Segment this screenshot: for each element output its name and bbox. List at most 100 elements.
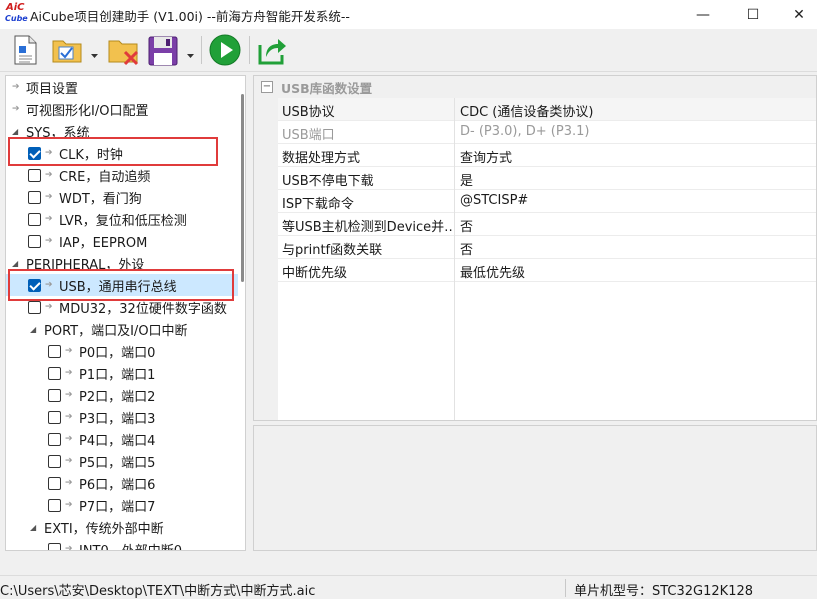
tree-item[interactable]: ➔ P5口，端口5 — [6, 450, 238, 472]
close-button[interactable]: ✕ — [776, 0, 817, 29]
tree-item[interactable]: ➔ 可视图形化I/O口配置 — [6, 98, 238, 120]
expanded-arrow-icon[interactable]: ◢ — [12, 127, 24, 136]
tree-item[interactable]: ➔ P4口，端口4 — [6, 428, 238, 450]
tree-item-checkbox[interactable] — [48, 498, 61, 512]
property-value[interactable]: 否 — [460, 216, 473, 235]
tree-item[interactable]: ➔ P0口，端口0 — [6, 340, 238, 362]
tree-item-checkbox[interactable] — [48, 542, 61, 550]
project-path: C:\Users\芯安\Desktop\TEXT\中断方式\中断方式.aic — [0, 584, 316, 599]
tree-item-label: P7口，端口7 — [79, 499, 156, 515]
expanded-arrow-icon[interactable]: ◢ — [12, 259, 24, 268]
property-row[interactable]: 中断优先级 最低优先级 — [278, 259, 816, 282]
property-gutter — [254, 98, 278, 420]
property-value[interactable]: 查询方式 — [460, 147, 512, 166]
tree-item-label: 可视图形化I/O口配置 — [26, 103, 149, 119]
arrow-right-icon: ➔ — [45, 170, 53, 180]
property-value[interactable]: CDC (通信设备类协议) — [460, 101, 593, 120]
tree-item-checkbox[interactable] — [48, 410, 61, 424]
tree-item[interactable]: ➔ CRE，自动追频 — [6, 164, 238, 186]
floppy-disk-icon — [148, 36, 178, 66]
tree-item-label: P0口，端口0 — [79, 345, 156, 361]
minimize-button[interactable]: — — [680, 0, 726, 29]
column-divider[interactable] — [454, 98, 455, 420]
property-name: USB端口 — [282, 128, 335, 143]
tree-item[interactable]: ➔ P2口，端口2 — [6, 384, 238, 406]
scrollbar-thumb[interactable] — [241, 94, 244, 282]
tree-item-label: P4口，端口4 — [79, 433, 156, 449]
tree-scrollbar[interactable] — [239, 76, 245, 550]
maximize-button[interactable]: ☐ — [730, 0, 776, 29]
delete-button[interactable] — [107, 33, 141, 67]
property-value[interactable]: D- (P3.0), D+ (P3.1) — [460, 124, 589, 139]
save-dropdown-arrow[interactable] — [186, 49, 195, 58]
open-dropdown-arrow[interactable] — [90, 49, 99, 58]
window-title: AiCube项目创建助手 (V1.00i) --前海方舟智能开发系统-- — [30, 9, 350, 24]
tree-item[interactable]: ➔ IAP，EEPROM — [6, 230, 238, 252]
tree-item-checkbox[interactable] — [28, 168, 41, 182]
arrow-right-icon: ➔ — [45, 302, 53, 312]
tree-item-checkbox[interactable] — [28, 190, 41, 204]
property-category[interactable]: − USB库函数设置 — [254, 76, 816, 98]
tree-item[interactable]: ➔ LVR，复位和低压检测 — [6, 208, 238, 230]
tree-item-checkbox[interactable] — [48, 476, 61, 490]
title-bar: AiC Cube AiCube项目创建助手 (V1.00i) --前海方舟智能开… — [0, 0, 817, 29]
property-name: USB不停电下载 — [282, 174, 374, 189]
maximize-icon: ☐ — [746, 6, 760, 23]
new-document-icon — [14, 35, 37, 65]
property-row[interactable]: USB不停电下载 是 — [278, 167, 816, 190]
property-row[interactable]: 数据处理方式 查询方式 — [278, 144, 816, 167]
arrow-right-icon: ➔ — [45, 192, 53, 202]
run-button[interactable] — [208, 33, 242, 67]
tree-item[interactable]: ➔ P3口，端口3 — [6, 406, 238, 428]
expanded-arrow-icon[interactable]: ◢ — [30, 325, 42, 334]
toolbar — [0, 29, 817, 72]
component-tree[interactable]: ➔ 项目设置 ➔ 可视图形化I/O口配置 ◢ SYS，系统 ➔ CLK，时钟 ➔ CRE，自动追频… — [5, 75, 246, 551]
tree-item[interactable]: ➔ P7口，端口7 — [6, 494, 238, 516]
property-value[interactable]: @STCISP# — [460, 193, 528, 208]
save-button[interactable] — [147, 33, 179, 67]
arrow-right-icon: ➔ — [65, 544, 73, 551]
tree-item[interactable]: ◢ PORT，端口及I/O口中断 — [6, 318, 238, 340]
arrow-right-icon: ➔ — [12, 82, 20, 92]
app-logo: AiC Cube — [5, 2, 28, 23]
tree-item-checkbox[interactable] — [28, 212, 41, 226]
app-window: AiC Cube AiCube项目创建助手 (V1.00i) --前海方舟智能开… — [0, 0, 817, 599]
export-button[interactable] — [256, 33, 288, 67]
collapse-icon[interactable]: − — [261, 81, 273, 93]
tree-item-checkbox[interactable] — [48, 366, 61, 380]
tree-item-checkbox[interactable] — [48, 344, 61, 358]
property-row[interactable]: 与printf函数关联 否 — [278, 236, 816, 259]
property-row[interactable]: 等USB主机检测到Device并… 否 — [278, 213, 816, 236]
property-value[interactable]: 最低优先级 — [460, 262, 525, 281]
arrow-right-icon: ➔ — [65, 478, 73, 488]
tree-item-checkbox[interactable] — [28, 234, 41, 248]
tree-item-label: P3口，端口3 — [79, 411, 156, 427]
tree-item-checkbox[interactable] — [48, 388, 61, 402]
tree-item[interactable]: ➔ INT0，外部中断0 — [6, 538, 238, 551]
tree-item-checkbox[interactable] — [48, 454, 61, 468]
new-project-button[interactable] — [10, 33, 40, 67]
arrow-right-icon: ➔ — [12, 104, 20, 114]
arrow-right-icon: ➔ — [45, 214, 53, 224]
tree-item-label: LVR，复位和低压检测 — [59, 213, 187, 229]
tree-item[interactable]: ◢ EXTI，传统外部中断 — [6, 516, 238, 538]
tree-item[interactable]: ➔ P6口，端口6 — [6, 472, 238, 494]
tree-item[interactable]: ➔ 项目设置 — [6, 76, 238, 98]
expanded-arrow-icon[interactable]: ◢ — [30, 523, 42, 532]
property-name: ISP下载命令 — [282, 197, 354, 212]
property-value[interactable]: 否 — [460, 239, 473, 258]
chevron-down-icon — [187, 54, 194, 58]
property-value[interactable]: 是 — [460, 170, 473, 189]
tree-item[interactable]: ➔ P1口，端口1 — [6, 362, 238, 384]
tree-item-checkbox[interactable] — [28, 300, 41, 314]
open-config-button[interactable] — [51, 33, 85, 67]
tree-item-checkbox[interactable] — [48, 432, 61, 446]
property-row[interactable]: USB协议 CDC (通信设备类协议) — [278, 98, 816, 121]
tree-item[interactable]: ➔ WDT，看门狗 — [6, 186, 238, 208]
play-icon — [209, 34, 241, 66]
property-row[interactable]: USB端口 D- (P3.0), D+ (P3.1) — [278, 121, 816, 144]
description-panel — [253, 425, 817, 551]
tree-item-label: CRE，自动追频 — [59, 169, 151, 185]
arrow-right-icon: ➔ — [65, 456, 73, 466]
property-row[interactable]: ISP下载命令 @STCISP# — [278, 190, 816, 213]
